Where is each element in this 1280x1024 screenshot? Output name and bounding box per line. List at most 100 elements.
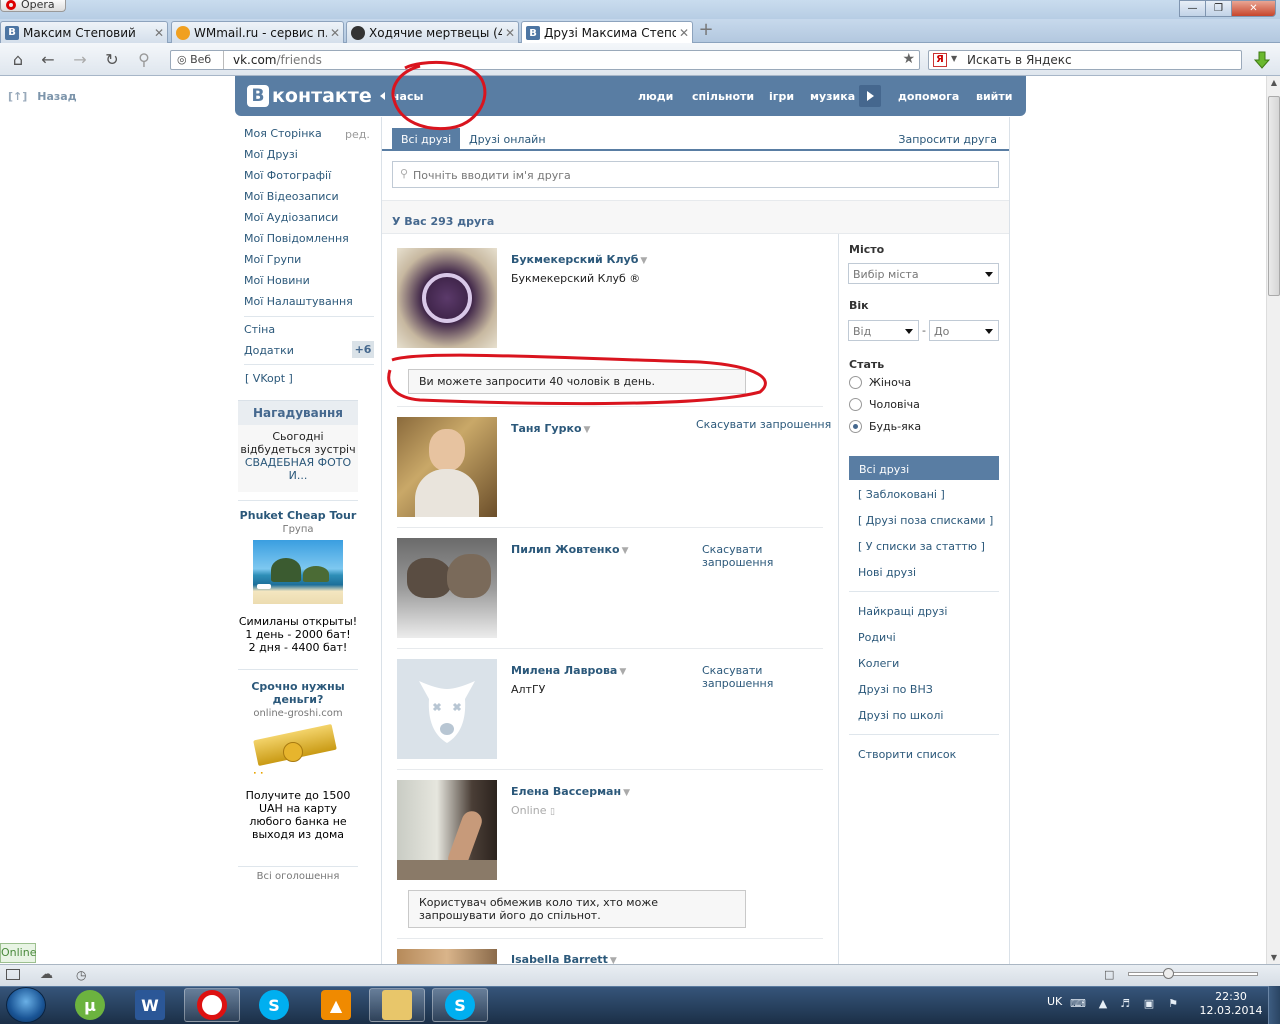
scroll-down-icon[interactable]: ▼ [1267,953,1280,962]
new-tab-button[interactable]: + [697,21,715,40]
radio-button[interactable] [849,398,862,411]
create-list-link[interactable]: Створити список [858,748,956,761]
ad-title[interactable]: Срочно нужны деньги? [238,680,358,706]
avatar[interactable] [397,659,497,759]
list-relatives[interactable]: Родичі [858,631,896,644]
browser-tab-2[interactable]: WMmail.ru - сервис п... ✕ [171,21,344,43]
menu-vkopt[interactable]: [ VKopt ] [245,372,293,385]
show-desktop-button[interactable] [1268,986,1280,1024]
ad-title[interactable]: Phuket Cheap Tour [238,509,358,522]
close-window-button[interactable]: ✕ [1231,0,1276,17]
tab-close-icon[interactable]: ✕ [676,26,692,40]
cancel-invite-link[interactable]: Скасувати запрошення [702,543,797,569]
tab-close-icon[interactable]: ✕ [327,26,343,40]
sex-radio-male[interactable]: Чоловіча [849,398,920,411]
panel-toggle-icon[interactable] [6,969,20,980]
keyboard-language[interactable]: UK [1047,995,1062,1008]
friend-name[interactable]: Пилип Жовтенко ▼ [511,543,628,556]
minimize-button[interactable]: — [1179,0,1206,17]
back-arrow-icon[interactable]: ← [38,50,58,70]
chevron-down-icon[interactable]: ▼ [623,788,630,798]
key-icon[interactable]: ⚲ [134,50,154,70]
play-icon[interactable] [859,85,881,107]
menu-my-photos[interactable]: Мої Фотографії [244,169,331,182]
zoom-slider[interactable] [1128,972,1258,976]
ad-money-image[interactable] [253,723,343,772]
ad-block-money[interactable]: Срочно нужны деньги? online-groshi.com Д… [238,680,358,841]
keyboard-icon[interactable]: ⌨ [1070,997,1086,1011]
apps-count-badge[interactable]: +6 [352,341,374,358]
menu-my-messages[interactable]: Мої Повідомлення [244,232,349,245]
reminder-event-link[interactable]: СВАДЕБНАЯ ФОТО И... [238,456,358,482]
list-new-friends[interactable]: Нові друзі [858,566,916,579]
avatar[interactable] [397,949,497,964]
browser-tab-1[interactable]: В Максим Степовий ✕ [0,21,168,43]
browser-tab-3[interactable]: Ходячие мертвецы (4 ... ✕ [346,21,519,43]
tab-all-friends[interactable]: Всі друзі [392,128,461,151]
taskbar-skype-2[interactable]: S [432,988,488,1022]
chevron-down-icon[interactable]: ▼ [619,667,626,677]
download-icon[interactable] [1252,50,1272,70]
list-university-friends[interactable]: Друзі по ВНЗ [858,683,933,696]
menu-my-videos[interactable]: Мої Відеозаписи [244,190,339,203]
network-icon[interactable]: ▣ [1142,997,1156,1011]
tab-close-icon[interactable]: ✕ [151,26,167,40]
taskbar-word[interactable]: W [122,988,178,1022]
list-by-gender[interactable]: [ У списки за статтю ] [858,540,985,553]
list-colleagues[interactable]: Колеги [858,657,899,670]
nav-help[interactable]: допомога [898,90,959,103]
list-best-friends[interactable]: Найкращі друзі [858,605,947,618]
page-scrollbar[interactable]: ▲ ▼ [1266,76,1280,964]
taskbar-opera[interactable] [184,988,240,1022]
edit-link[interactable]: ред. [345,128,370,141]
volume-icon[interactable]: ♬ [1118,997,1132,1011]
chevron-down-icon[interactable]: ▼ [584,425,591,435]
age-from-select[interactable]: Від [848,320,919,341]
radio-button-selected[interactable] [849,420,862,433]
avatar[interactable] [397,248,497,348]
home-icon[interactable]: ⌂ [8,50,28,70]
friend-name[interactable]: Букмекерский Клуб ▼ [511,253,647,266]
ad-block-phuket[interactable]: Phuket Cheap Tour Група Симиланы открыты… [238,509,358,654]
scroll-up-icon[interactable]: ▲ [1267,78,1280,87]
taskbar-utorrent[interactable]: µ [62,988,118,1022]
taskbar-vlc[interactable]: ▲ [308,988,364,1022]
nav-communities[interactable]: спільноти [692,90,754,103]
avatar[interactable] [397,780,497,880]
nav-people[interactable]: люди [638,90,673,103]
menu-my-friends[interactable]: Мої Друзі [244,148,298,161]
ad-beach-image[interactable] [253,540,343,604]
friend-search-input[interactable]: ⚲ Почніть вводити ім'я друга [392,161,999,188]
forward-arrow-icon[interactable]: → [70,50,90,70]
menu-wall[interactable]: Стіна [244,323,275,336]
taskbar-skype[interactable]: S [246,988,302,1022]
reload-icon[interactable]: ↻ [102,50,122,70]
browser-tab-4-active[interactable]: В Друзі Максима Степо... ✕ [521,21,693,44]
menu-my-audio[interactable]: Мої Аудіозаписи [244,211,338,224]
nav-music[interactable]: музика [810,90,855,103]
city-select[interactable]: Вибір міста [848,263,999,284]
friend-name[interactable]: Милена Лаврова ▼ [511,664,626,677]
taskbar-explorer[interactable] [369,988,425,1022]
list-school-friends[interactable]: Друзі по школі [858,709,943,722]
menu-my-page[interactable]: Моя Сторінка [244,127,322,140]
chevron-down-icon[interactable]: ▼ [951,54,957,63]
friend-name[interactable]: Елена Вассерман ▼ [511,785,630,798]
chevron-down-icon[interactable]: ▼ [640,256,647,266]
all-ads-link[interactable]: Всі оголошення [238,871,358,882]
nav-games[interactable]: ігри [769,90,794,103]
tab-friends-online[interactable]: Друзі онлайн [469,133,546,146]
back-link[interactable]: [↑] Назад [8,90,77,103]
radio-button[interactable] [849,376,862,389]
bookmark-star-icon[interactable]: ★ [902,51,915,67]
restore-button[interactable]: ❐ [1205,0,1232,17]
cancel-invite-link[interactable]: Скасувати запрошення [696,418,831,431]
opera-menu-button[interactable]: Opera [0,0,66,12]
menu-apps[interactable]: Додатки [244,344,294,357]
menu-my-news[interactable]: Мої Новини [244,274,310,287]
cloud-icon[interactable]: ☁ [40,967,53,982]
clock-widget[interactable]: часы [380,90,423,103]
tray-arrow-icon[interactable]: ▲ [1096,997,1110,1011]
speed-dial-icon[interactable]: ◷ [76,968,86,982]
invite-friend-link[interactable]: Запросити друга [898,133,997,146]
